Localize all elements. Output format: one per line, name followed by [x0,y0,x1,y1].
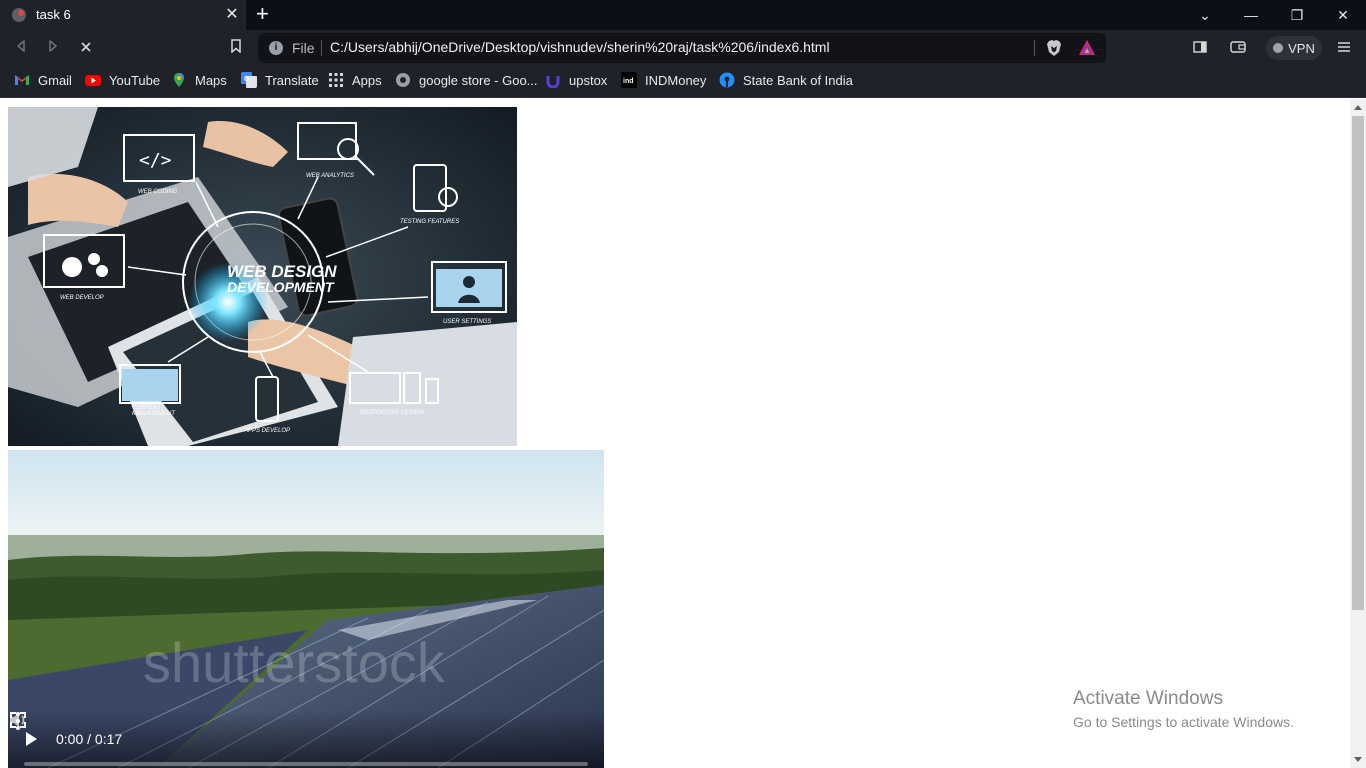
tab-title: task 6 [36,7,71,22]
vpn-label: VPN [1288,40,1315,56]
stop-loading-button[interactable] [75,38,97,58]
brave-rewards-icon[interactable] [1078,39,1096,57]
activate-windows-watermark: Activate Windows Go to Settings to activ… [1073,688,1294,730]
globe-icon [396,73,410,87]
bookmark-page-button[interactable] [225,38,247,58]
sbi-icon [719,72,735,88]
bookmark-label: Translate [265,72,319,88]
bookmark-icon [231,39,241,54]
translate-icon: G [241,72,257,88]
bookmark-apps[interactable]: Apps [328,72,382,88]
upstox-icon [546,76,560,88]
svg-text:ind: ind [623,78,634,85]
page-scrollbar[interactable] [1350,99,1366,768]
back-arrow-icon [17,40,25,52]
label-user-settings: USER SETTINGS [443,319,491,325]
scroll-down-arrow-icon[interactable] [1354,757,1362,762]
bookmarks-bar: Gmail YouTube Maps G Translate Apps goog… [0,66,1366,98]
label-content-management-2: MANAGEMENT [132,411,176,417]
label-apps-develop: APPS DEVELOP [243,428,290,434]
wallet-icon [1230,41,1246,53]
close-tab-icon[interactable]: ✕ [223,5,241,25]
hamburger-menu-icon [1338,42,1350,52]
bookmark-gmail[interactable]: Gmail [14,72,72,88]
bookmark-label: google store - Goo... [419,72,538,88]
bookmark-label: State Bank of India [743,72,853,88]
gmail-icon [15,75,29,85]
maps-pin-icon [174,73,184,87]
svg-text:G: G [244,76,250,83]
page-viewport: </> WEB DESIGN DEVELOPMENT WEB CODING WE… [0,99,1350,768]
more-options-icon[interactable] [8,710,28,732]
tab-search-chevron-icon[interactable]: ⌄ [1194,4,1216,26]
bookmark-label: Gmail [38,72,72,88]
bookmark-label: Maps [195,72,227,88]
site-info-icon[interactable]: i [269,41,283,55]
svg-text:</>: </> [139,150,172,171]
video-controls: 0:00 / 0:17 [8,710,604,768]
hero-heading-line2: DEVELOPMENT [227,279,335,295]
web-design-development-image: </> WEB DESIGN DEVELOPMENT WEB CODING WE… [8,107,517,446]
new-tab-button[interactable]: + [256,3,269,25]
bookmark-label: YouTube [109,72,161,88]
vpn-button[interactable]: VPN [1266,36,1322,60]
vpn-status-icon [1273,43,1284,53]
label-responsive-design: RESPONSIVE DESIGN [360,410,424,416]
url-scheme-label: File [292,40,315,56]
bookmark-label: upstox [569,72,608,88]
active-tab[interactable]: task 6 ✕ [0,0,246,30]
bookmark-sbi[interactable]: State Bank of India [719,72,853,88]
label-testing-features: TESTING FEATURES [400,219,459,225]
indmoney-icon: ind [621,72,637,88]
back-button[interactable] [10,38,32,58]
sidebar-toggle-button[interactable] [1190,38,1210,58]
close-window-button[interactable]: ✕ [1332,4,1354,26]
minimize-button[interactable]: — [1240,4,1262,26]
page-favicon-icon [12,8,26,22]
bookmark-translate[interactable]: G Translate [241,72,319,88]
stop-x-icon [81,42,91,52]
bookmark-label: Apps [352,72,382,88]
bookmark-google-store[interactable]: google store - Goo... [395,72,538,88]
activate-windows-title: Activate Windows [1073,688,1223,709]
omnibox-divider [1034,40,1035,56]
video-progress-bar[interactable] [24,762,588,766]
play-button[interactable] [24,731,38,747]
bookmark-indmoney[interactable]: ind INDMoney [621,72,706,88]
wallet-button[interactable] [1228,38,1248,58]
sidebar-icon [1193,41,1207,53]
forward-arrow-icon [49,40,57,52]
video-watermark: shutterstock [143,631,446,694]
omnibox-divider [321,40,322,56]
scroll-up-arrow-icon[interactable] [1354,105,1362,110]
bookmark-upstox[interactable]: upstox [545,72,607,88]
video-player[interactable]: shutterstock 0:00 / 0:17 [8,450,604,768]
scrollbar-thumb[interactable] [1352,116,1364,610]
label-web-develop: WEB DEVELOP [60,295,104,301]
restore-button[interactable]: ❐ [1286,4,1308,26]
url-text[interactable]: C:/Users/abhij/OneDrive/Desktop/vishnude… [330,39,830,55]
tab-strip: task 6 ✕ + ⌄ — ❐ ✕ [0,0,1366,30]
brave-shields-icon[interactable] [1046,39,1062,57]
apps-grid-icon [329,73,343,87]
video-time: 0:00 / 0:17 [56,731,123,747]
browser-toolbar: i File C:/Users/abhij/OneDrive/Desktop/v… [0,30,1366,66]
address-bar[interactable]: i File C:/Users/abhij/OneDrive/Desktop/v… [258,33,1106,63]
main-menu-button[interactable] [1334,38,1354,58]
youtube-icon [85,75,101,86]
forward-button[interactable] [42,38,64,58]
label-web-analytics: WEB ANALYTICS [306,173,354,179]
bookmark-maps[interactable]: Maps [171,72,227,88]
activate-windows-subtitle: Go to Settings to activate Windows. [1073,714,1294,730]
bookmark-youtube[interactable]: YouTube [85,72,160,88]
bookmark-label: INDMoney [645,72,707,88]
label-web-coding: WEB CODING [138,189,178,195]
